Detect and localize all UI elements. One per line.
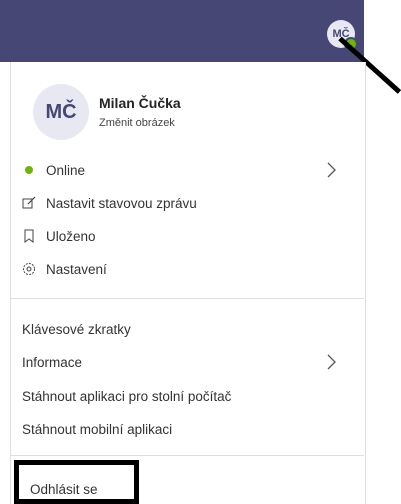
menu-item-keyboard-shortcuts[interactable]: Klávesové zkratky <box>22 318 340 340</box>
menu-item-label: Klávesové zkratky <box>22 321 131 337</box>
change-picture-link[interactable]: Změnit obrázek <box>99 117 175 129</box>
menu-item-label: Uloženo <box>46 228 96 244</box>
menu-item-download-desktop-app[interactable]: Stáhnout aplikaci pro stolní počítač <box>22 385 340 407</box>
edit-message-icon <box>22 196 36 210</box>
profile-avatar[interactable]: MČ <box>33 84 89 140</box>
menu-item-about[interactable]: Informace <box>22 351 340 373</box>
top-bar: MČ <box>0 0 364 62</box>
profile-avatar-initials: MČ <box>45 100 77 123</box>
gear-icon <box>22 262 36 276</box>
menu-item-label: Online <box>46 162 86 178</box>
menu-item-label: Nastavit stavovou zprávu <box>46 195 197 211</box>
online-status-icon <box>22 163 36 177</box>
menu-divider <box>10 455 364 456</box>
menu-divider <box>10 298 364 299</box>
menu-item-set-status-message[interactable]: Nastavit stavovou zprávu <box>22 192 340 214</box>
chevron-right-icon <box>327 162 336 178</box>
menu-item-label: Nastavení <box>46 261 107 277</box>
menu-item-download-mobile-app[interactable]: Stáhnout mobilní aplikaci <box>22 418 340 440</box>
profile-section: MČ Milan Čučka Změnit obrázek <box>33 84 333 144</box>
menu-item-label: Stáhnout aplikaci pro stolní počítač <box>22 388 232 404</box>
sign-out-button[interactable]: Odhlásit se <box>14 460 139 504</box>
sign-out-label: Odhlásit se <box>30 482 98 497</box>
menu-item-saved[interactable]: Uloženo <box>22 225 340 247</box>
menu-item-settings[interactable]: Nastavení <box>22 258 340 280</box>
bookmark-icon <box>22 229 36 243</box>
header-avatar[interactable]: MČ <box>327 20 358 51</box>
menu-item-label: Informace <box>22 354 83 370</box>
profile-name: Milan Čučka <box>99 95 181 111</box>
chevron-right-icon <box>327 354 336 370</box>
menu-item-label: Stáhnout mobilní aplikaci <box>22 421 173 437</box>
menu-item-online[interactable]: Online <box>22 159 340 181</box>
